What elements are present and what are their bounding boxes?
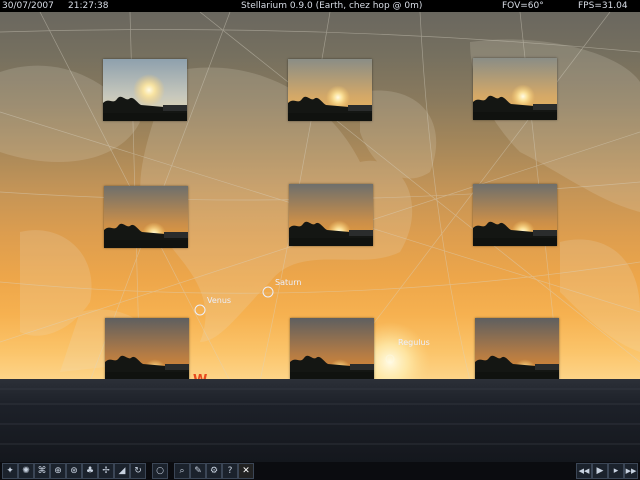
- scripts-icon: ⚙: [209, 466, 219, 476]
- bottom-toolbar: ✦ ✺ ⌘ ⊕ ⊛ ♣ ✢ ◢ ↻ ○ ⌕ ✎ ⚙ ? ✕ ◀◀ ▶ ▸ ▶▶: [0, 462, 640, 480]
- fast-forward-icon: ▶▶: [625, 467, 637, 475]
- fast-forward-button[interactable]: ▶▶: [624, 463, 638, 479]
- nebulas-icon: ◢: [118, 466, 126, 476]
- atmosphere-button[interactable]: ✢: [98, 463, 114, 479]
- mount-icon: ↻: [134, 466, 142, 476]
- realtime-icon: ▸: [613, 466, 619, 476]
- equatorial-grid-button[interactable]: ⊕: [50, 463, 66, 479]
- constellation-lines-icon: ✦: [6, 466, 14, 476]
- saturn-label: Saturn: [275, 278, 302, 287]
- quit-button[interactable]: ✕: [238, 463, 254, 479]
- venus-label: Venus: [207, 296, 232, 305]
- rewind-button[interactable]: ◀◀: [576, 463, 592, 479]
- fov-readout: FOV=60°: [502, 1, 544, 11]
- sunset-photo: [288, 59, 372, 121]
- sunset-photo: [105, 318, 189, 380]
- search-icon: ○: [156, 466, 164, 476]
- play-button[interactable]: ▶: [592, 463, 608, 479]
- atmosphere-icon: ✢: [102, 466, 110, 476]
- venus-marker: [194, 304, 206, 316]
- saturn-marker: [262, 286, 274, 298]
- constellation-art-icon: ✺: [22, 466, 30, 476]
- nebulas-button[interactable]: ◢: [114, 463, 130, 479]
- sunset-photo: [475, 318, 559, 380]
- mount-button[interactable]: ↻: [130, 463, 146, 479]
- time-readout: 21:27:38: [68, 1, 109, 11]
- help-icon: ?: [227, 466, 233, 476]
- rewind-icon: ◀◀: [578, 467, 590, 475]
- cardinal-points-button[interactable]: ♣: [82, 463, 98, 479]
- sunset-photo: [289, 184, 373, 246]
- close-icon: ✕: [242, 466, 250, 476]
- fps-readout: FPS=31.04: [578, 1, 628, 11]
- regulus-label: Regulus: [398, 338, 430, 347]
- config-button[interactable]: ✎: [190, 463, 206, 479]
- equatorial-grid-icon: ⊕: [54, 466, 62, 476]
- realtime-button[interactable]: ▸: [608, 463, 624, 479]
- status-bar: 30/07/2007 21:27:38 Stellarium 0.9.0 (Ea…: [0, 0, 640, 12]
- help-button[interactable]: ?: [222, 463, 238, 479]
- sunset-photo: [473, 58, 557, 120]
- sunset-photo: [473, 184, 557, 246]
- scripts-button[interactable]: ⚙: [206, 463, 222, 479]
- date-readout: 30/07/2007: [2, 1, 54, 11]
- azimuth-grid-icon: ⌘: [37, 466, 47, 476]
- cardinal-points-icon: ♣: [85, 466, 95, 476]
- sunset-photo: [104, 186, 188, 248]
- azimuth-grid-button[interactable]: ⌘: [34, 463, 50, 479]
- play-icon: ▶: [596, 466, 604, 476]
- find-icon: ⌕: [179, 466, 185, 476]
- window-title: Stellarium 0.9.0 (Earth, chez hop @ 0m): [241, 1, 423, 11]
- sunset-photo: [103, 59, 187, 121]
- config-icon: ✎: [194, 466, 202, 476]
- constellation-lines-button[interactable]: ✦: [2, 463, 18, 479]
- ground-icon: ⊛: [70, 466, 78, 476]
- find-button[interactable]: ⌕: [174, 463, 190, 479]
- constellation-art-button[interactable]: ✺: [18, 463, 34, 479]
- ocean-horizon: [0, 379, 640, 462]
- sunset-photo: [290, 318, 374, 380]
- search-button[interactable]: ○: [152, 463, 168, 479]
- ground-button[interactable]: ⊛: [66, 463, 82, 479]
